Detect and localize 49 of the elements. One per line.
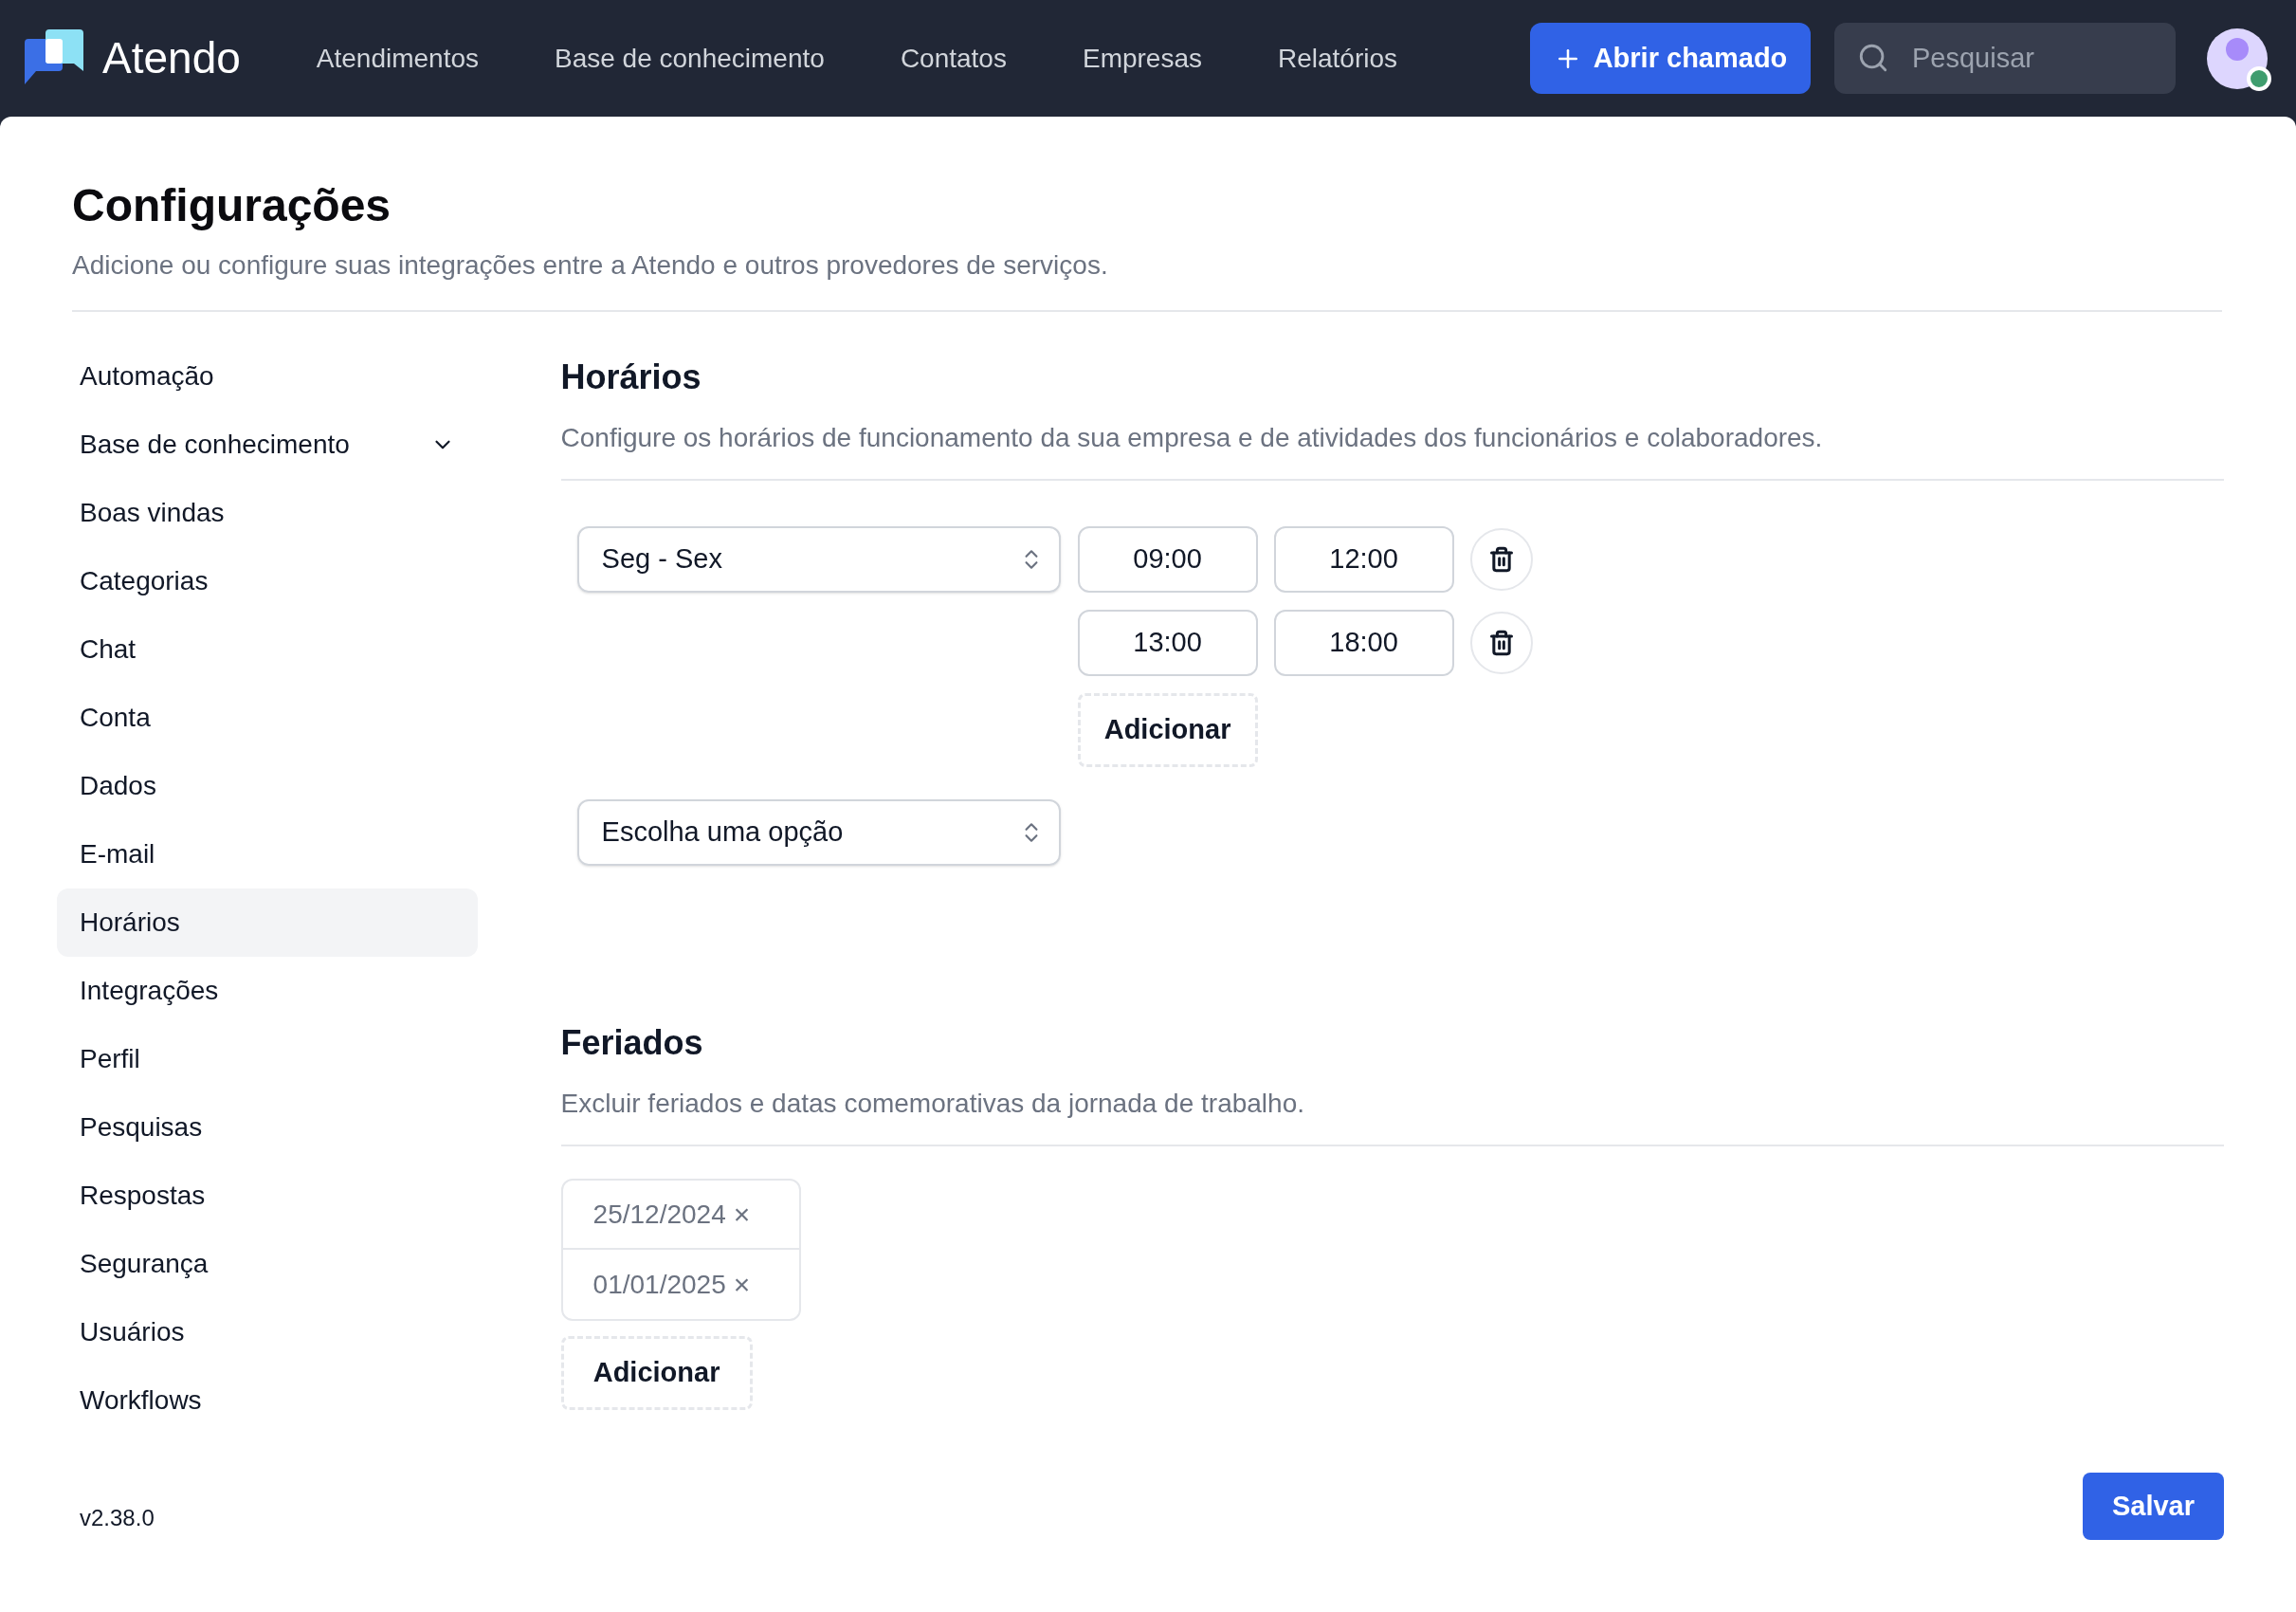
sidebar-item[interactable]: Respostas: [57, 1162, 478, 1230]
nav-link[interactable]: Contatos: [881, 30, 1026, 86]
holiday-date: 25/12/2024: [592, 1198, 726, 1231]
open-ticket-button[interactable]: Abrir chamado: [1530, 23, 1811, 94]
sidebar-item[interactable]: Segurança: [57, 1230, 478, 1298]
days-select[interactable]: Seg - Sex: [576, 526, 1061, 593]
nav-link[interactable]: Relatórios: [1259, 30, 1417, 86]
sidebar-item[interactable]: Chat: [57, 615, 478, 684]
sidebar-item[interactable]: Dados: [57, 752, 478, 820]
page-subtitle: Adicione ou configure suas integrações entre a Atendo e outros provedores de serviços.: [72, 249, 1109, 282]
search-field[interactable]: Pesquisar: [1834, 23, 2176, 94]
sidebar-item[interactable]: Integrações: [57, 957, 478, 1025]
sidebar-item[interactable]: Base de conhecimento: [57, 411, 478, 479]
holiday-date: 01/01/2025: [592, 1268, 726, 1301]
time-field[interactable]: 12:00: [1273, 526, 1454, 593]
section-description: Configure os horários de funcionamento da sua empresa e de atividades dos funcionários e colaboradores.: [560, 422, 1824, 454]
time-field[interactable]: 09:00: [1077, 526, 1258, 593]
remove-button[interactable]: ×: [733, 1263, 751, 1306]
page-title: Configurações: [72, 183, 392, 229]
nav-link[interactable]: Base de conhecimento: [536, 30, 844, 86]
section-description: Excluir feriados e datas comemorativas da jornada de trabalho.: [560, 1088, 1305, 1120]
trash-icon: [1487, 546, 1515, 573]
sidebar-item[interactable]: Conta: [57, 684, 478, 752]
sidebar-item[interactable]: Automação: [57, 342, 478, 411]
delete-button[interactable]: [1469, 528, 1533, 591]
time-field[interactable]: 18:00: [1273, 610, 1454, 676]
section-title: Horários: [560, 357, 702, 398]
version-label: v2.38.0: [80, 1504, 155, 1532]
time-field[interactable]: 13:00: [1077, 610, 1258, 676]
sidebar-item[interactable]: Usuários: [57, 1298, 478, 1366]
sidebar-item[interactable]: E-mail: [57, 820, 478, 888]
add-button[interactable]: Adicionar: [560, 1336, 753, 1410]
section-title: Feriados: [560, 1022, 704, 1064]
search-icon: [1857, 42, 1889, 74]
remove-button[interactable]: ×: [733, 1193, 751, 1236]
sidebar-item[interactable]: Workflows: [57, 1366, 478, 1435]
add-button[interactable]: Adicionar: [1077, 693, 1258, 767]
sidebar-item[interactable]: Horários: [57, 888, 478, 957]
nav-link[interactable]: Empresas: [1063, 30, 1221, 86]
brand-name: Atendo: [102, 32, 241, 84]
trash-icon: [1487, 630, 1515, 656]
nav-link[interactable]: Atendimentos: [297, 30, 498, 86]
sidebar-item[interactable]: Categorias: [57, 547, 478, 615]
delete-button[interactable]: [1469, 612, 1533, 674]
days-select[interactable]: Escolha uma opção: [576, 799, 1061, 866]
sidebar-item[interactable]: Pesquisas: [57, 1093, 478, 1162]
sidebar-item[interactable]: Perfil: [57, 1025, 478, 1093]
sidebar-item[interactable]: Boas vindas: [57, 479, 478, 547]
save-button[interactable]: Salvar: [2083, 1473, 2224, 1540]
